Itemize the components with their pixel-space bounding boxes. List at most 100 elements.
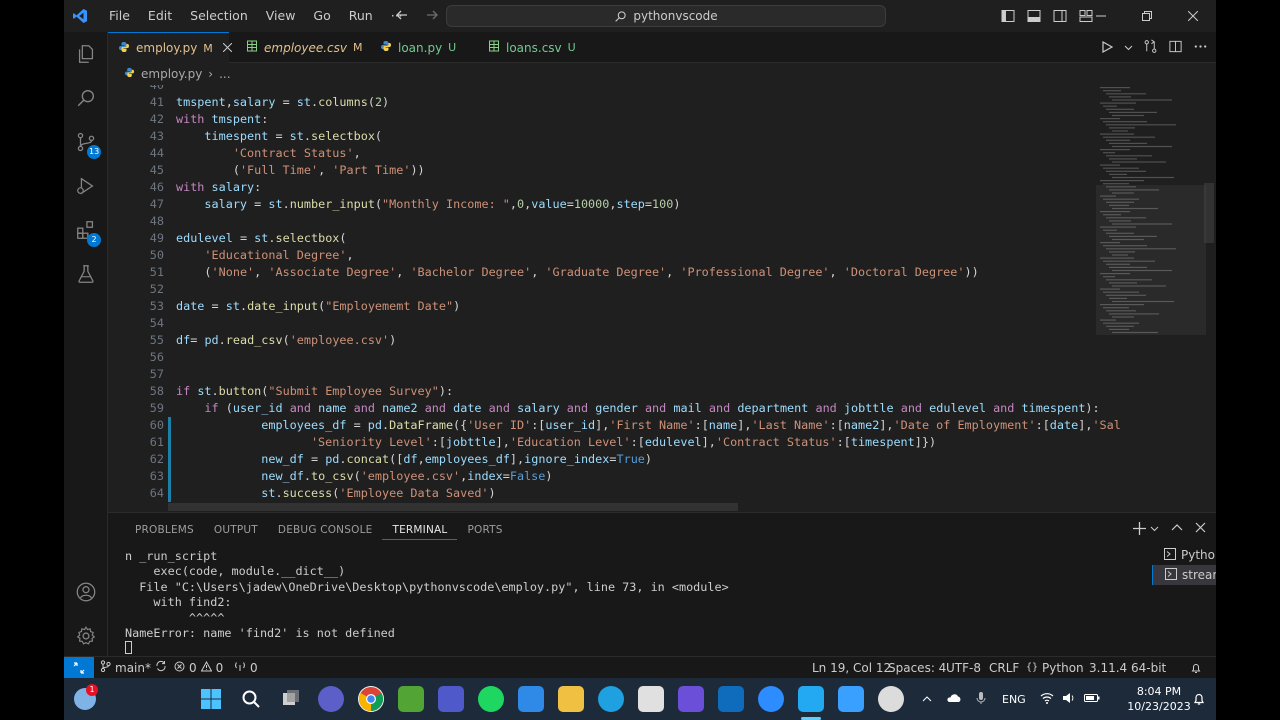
file-explorer-icon[interactable] xyxy=(558,686,584,712)
code-line[interactable]: 53 date = st.date_input("Employememt Date… xyxy=(108,298,1158,315)
input-language[interactable]: ENG xyxy=(1002,693,1026,706)
tab-employ-py[interactable]: employ.py M xyxy=(108,32,233,63)
photos-icon[interactable] xyxy=(518,686,544,712)
code-line[interactable]: 59 if (user_id and name and name2 and da… xyxy=(108,400,1158,417)
code-line[interactable]: 52 xyxy=(108,281,1158,298)
tray-chevron-icon[interactable] xyxy=(922,693,932,706)
forward-arrow-icon[interactable] xyxy=(424,7,440,26)
tab-loans-csv[interactable]: loans.csv U xyxy=(478,32,590,63)
code-editor[interactable]: 40 41 tmspent,salary = st.columns(2) 42 with… xyxy=(108,85,1216,512)
menu-go[interactable]: Go xyxy=(304,0,339,32)
interpreter[interactable]: 3.11.4 64-bit xyxy=(1089,657,1166,679)
tab-employee-csv[interactable]: employee.csv M xyxy=(236,32,366,63)
task-view-icon[interactable] xyxy=(278,686,304,712)
code-line[interactable]: 42 with tmspent: xyxy=(108,111,1158,128)
microphone-icon[interactable] xyxy=(976,691,986,708)
tab-debug-console[interactable]: DEBUG CONSOLE xyxy=(268,513,383,547)
snipping-tool-icon[interactable] xyxy=(638,686,664,712)
language-mode[interactable]: {} Python xyxy=(1026,657,1084,679)
code-line[interactable]: 43 timespent = st.selectbox( xyxy=(108,128,1158,145)
chevron-down-icon[interactable] xyxy=(1124,41,1133,55)
branch-indicator[interactable]: main* xyxy=(100,657,167,679)
minimize-icon[interactable] xyxy=(1078,0,1124,32)
terminal-output[interactable]: n _run_script exec(code, module.__dict__… xyxy=(125,549,1105,657)
code-line[interactable]: 62 new_df = pd.concat([df,employees_df],… xyxy=(108,451,1158,468)
problems-indicator[interactable]: 0 0 xyxy=(174,657,223,679)
minimap[interactable] xyxy=(1096,85,1206,512)
ports-indicator[interactable]: 0 xyxy=(234,657,258,679)
horizontal-scrollbar[interactable] xyxy=(168,503,738,511)
menu-edit[interactable]: Edit xyxy=(139,0,181,32)
taskbar-search-icon[interactable] xyxy=(238,686,264,712)
close-panel-icon[interactable] xyxy=(1195,522,1206,538)
tab-problems[interactable]: PROBLEMS xyxy=(125,513,204,547)
code-line[interactable]: 50 'Educational Degree', xyxy=(108,247,1158,264)
terminal-item-streamlit[interactable]: streamlit xyxy=(1152,565,1216,585)
search-icon[interactable] xyxy=(64,76,108,120)
code-line[interactable]: 60 employees_df = pd.DataFrame({'User ID… xyxy=(108,417,1158,434)
minecraft-icon[interactable] xyxy=(398,686,424,712)
encoding[interactable]: UTF-8 xyxy=(946,657,981,679)
testing-flask-icon[interactable] xyxy=(64,252,108,296)
code-line[interactable]: 46 with salary: xyxy=(108,179,1158,196)
code-line[interactable]: 55 df= pd.read_csv('employee.csv') xyxy=(108,332,1158,349)
compare-changes-icon[interactable] xyxy=(1143,39,1158,57)
tab-ports[interactable]: PORTS xyxy=(457,513,512,547)
code-line[interactable]: 48 xyxy=(108,213,1158,230)
outlook-icon[interactable] xyxy=(718,686,744,712)
notifications-bell-icon[interactable] xyxy=(1190,657,1202,679)
more-actions-icon[interactable] xyxy=(1193,39,1208,57)
code-line[interactable]: 40 xyxy=(108,85,1158,94)
taskbar-clock[interactable]: 8:04 PM 10/23/2023 xyxy=(1124,684,1194,714)
app-icon[interactable] xyxy=(678,686,704,712)
clock-app-icon[interactable] xyxy=(878,686,904,712)
remote-indicator-icon[interactable] xyxy=(64,657,94,679)
battery-icon[interactable] xyxy=(1083,693,1100,706)
code-line[interactable]: 44 'Contract Status', xyxy=(108,145,1158,162)
chevron-down-icon[interactable] xyxy=(1150,522,1159,538)
vscode-taskbar-icon[interactable] xyxy=(798,686,824,712)
taskbar-notification-bell-icon[interactable] xyxy=(1192,692,1206,709)
split-editor-icon[interactable] xyxy=(1168,39,1183,57)
menu-view[interactable]: View xyxy=(257,0,305,32)
menu-selection[interactable]: Selection xyxy=(181,0,257,32)
spotify-icon[interactable] xyxy=(478,686,504,712)
code-line[interactable]: 47 salary = st.number_input("Monthly Inc… xyxy=(108,196,1158,213)
terminal-item-python[interactable]: Python xyxy=(1152,545,1216,565)
menu-file[interactable]: File xyxy=(100,0,139,32)
explorer-icon[interactable] xyxy=(64,32,108,76)
command-center-search[interactable]: pythonvscode xyxy=(446,5,886,27)
close-window-icon[interactable] xyxy=(1170,0,1216,32)
code-line[interactable]: 49 edulevel = st.selectbox( xyxy=(108,230,1158,247)
chat-icon[interactable] xyxy=(318,686,344,712)
close-tab-icon[interactable] xyxy=(222,41,233,55)
extensions-icon[interactable]: 2 xyxy=(64,208,108,252)
code-line[interactable]: 41 tmspent,salary = st.columns(2) xyxy=(108,94,1158,111)
code-line[interactable]: 64 st.success('Employee Data Saved') xyxy=(108,485,1158,502)
windows-start-icon[interactable] xyxy=(198,686,224,712)
menu-run[interactable]: Run xyxy=(340,0,382,32)
vertical-scrollbar[interactable] xyxy=(1204,183,1214,243)
onedrive-icon[interactable] xyxy=(946,693,962,706)
source-control-icon[interactable]: 13 xyxy=(64,120,108,164)
indentation[interactable]: Spaces: 4 xyxy=(888,657,946,679)
teams-icon[interactable] xyxy=(438,686,464,712)
end-of-line[interactable]: CRLF xyxy=(989,657,1019,679)
run-python-icon[interactable] xyxy=(1100,40,1114,57)
tab-output[interactable]: OUTPUT xyxy=(204,513,268,547)
cursor-position[interactable]: Ln 19, Col 12 xyxy=(812,657,891,679)
run-debug-icon[interactable] xyxy=(64,164,108,208)
code-line[interactable]: 57 xyxy=(108,366,1158,383)
settings-gear-icon[interactable] xyxy=(64,614,108,658)
toggle-sidebar-icon[interactable] xyxy=(1000,8,1016,27)
account-icon[interactable] xyxy=(64,570,108,614)
code-line[interactable]: 63 new_df.to_csv('employee.csv',index=Fa… xyxy=(108,468,1158,485)
tab-terminal[interactable]: TERMINAL xyxy=(382,513,458,540)
notepad-icon[interactable] xyxy=(838,686,864,712)
restore-icon[interactable] xyxy=(1124,0,1170,32)
wifi-icon[interactable] xyxy=(1040,692,1054,707)
toggle-secondary-sidebar-icon[interactable] xyxy=(1052,8,1068,27)
code-line[interactable]: 61 'Seniority Level':[jobttle],'Educatio… xyxy=(108,434,1158,451)
code-line[interactable]: 45 ('Full Time', 'Part Time')) xyxy=(108,162,1158,179)
code-line[interactable]: 51 ('None', 'Associate Degree', 'Bachelo… xyxy=(108,264,1158,281)
